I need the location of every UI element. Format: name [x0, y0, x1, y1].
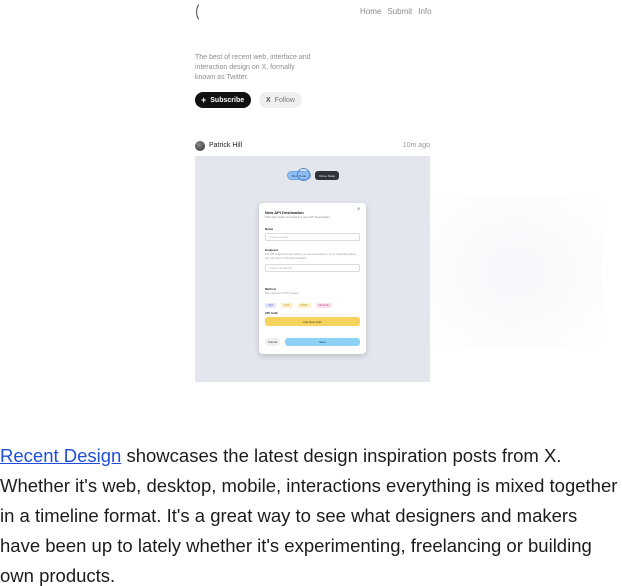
subscribe-button[interactable]: + Subscribe: [195, 92, 252, 108]
auth-label: API Auth: [265, 311, 278, 315]
post-time: 10m ago: [402, 142, 430, 149]
description-paragraph: Recent Design showcases the latest desig…: [0, 441, 622, 586]
description-text: showcases the latest design inspiration …: [0, 445, 618, 586]
follow-button[interactable]: X Follow: [259, 92, 302, 108]
api-destination-modal: ✕ New API Destination This will create a…: [259, 203, 366, 354]
logo-icon: [196, 4, 200, 20]
intro-text: The best of recent web, interface and in…: [195, 54, 311, 81]
follow-label: Follow: [274, 96, 295, 104]
name-label: Name: [265, 227, 274, 231]
plus-icon: +: [201, 94, 207, 105]
nav-submit[interactable]: Submit: [387, 7, 412, 16]
nav-home[interactable]: Home: [360, 7, 381, 16]
nav-info[interactable]: Info: [418, 7, 431, 16]
modal-subtitle: This will create and attach a new API De…: [265, 215, 330, 219]
method-desc: The method of HTTP request: [265, 292, 299, 295]
cancel-button: Cancel: [265, 338, 280, 346]
save-button: Save: [285, 338, 360, 346]
endpoint-label: Endpoint: [265, 248, 278, 252]
close-icon: ✕: [357, 206, 361, 211]
name-field: Custom model: [265, 233, 360, 241]
subscribe-label: Subscribe: [210, 96, 245, 104]
method-get: GET: [265, 303, 277, 308]
logo[interactable]: [194, 4, 200, 20]
add-auth-button: Add New Auth: [265, 317, 360, 326]
method-label: Method: [265, 287, 276, 291]
x-logo-icon: X: [266, 96, 271, 104]
method-post: POST: [297, 303, 311, 308]
post-author[interactable]: Patrick Hill: [209, 142, 242, 149]
endpoint-desc: The API endpoint for the service you are…: [265, 253, 356, 260]
endpoint-field: Custom Endpoint: [265, 264, 360, 272]
image-glow: [430, 196, 602, 348]
method-options: GET PUT POST DELETE: [265, 303, 332, 308]
recent-design-link[interactable]: Recent Design: [0, 445, 121, 466]
method-delete: DELETE: [315, 303, 332, 308]
post-image[interactable]: Boot Node Clone Node ✕ New API Destinati…: [195, 156, 430, 382]
cursor-ring: [297, 168, 310, 181]
clone-node-pill: Clone Node: [315, 171, 339, 180]
avatar[interactable]: [195, 141, 205, 151]
method-put: PUT: [281, 303, 293, 308]
top-nav: Home Submit Info: [360, 7, 432, 16]
